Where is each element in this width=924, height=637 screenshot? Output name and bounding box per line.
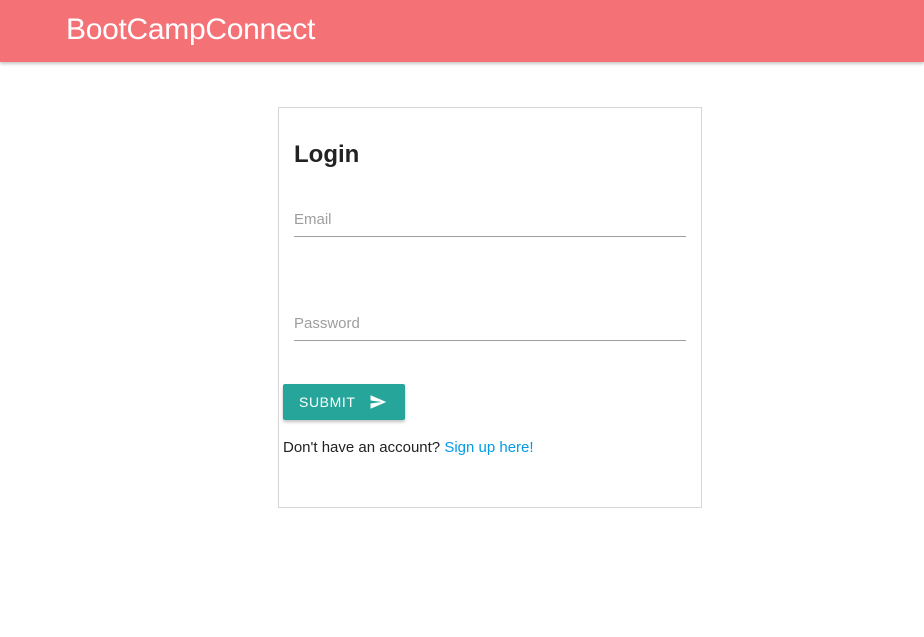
submit-button-label: SUBMIT xyxy=(299,394,356,410)
signup-prompt: Don't have an account? Sign up here! xyxy=(283,439,534,457)
signup-prompt-text: Don't have an account? xyxy=(283,439,441,456)
submit-button[interactable]: SUBMIT xyxy=(283,384,405,420)
send-icon xyxy=(370,395,387,409)
email-field[interactable]: Email xyxy=(294,205,686,237)
email-input[interactable] xyxy=(294,205,686,235)
password-input[interactable] xyxy=(294,309,686,339)
signup-link[interactable]: Sign up here! xyxy=(444,439,533,456)
login-card: Login Email Password SUBMIT Don't have a… xyxy=(278,107,702,508)
navbar: BootCampConnect xyxy=(0,0,924,62)
brand-logo[interactable]: BootCampConnect xyxy=(66,13,315,47)
password-field[interactable]: Password xyxy=(294,309,686,341)
login-title: Login xyxy=(294,141,360,168)
